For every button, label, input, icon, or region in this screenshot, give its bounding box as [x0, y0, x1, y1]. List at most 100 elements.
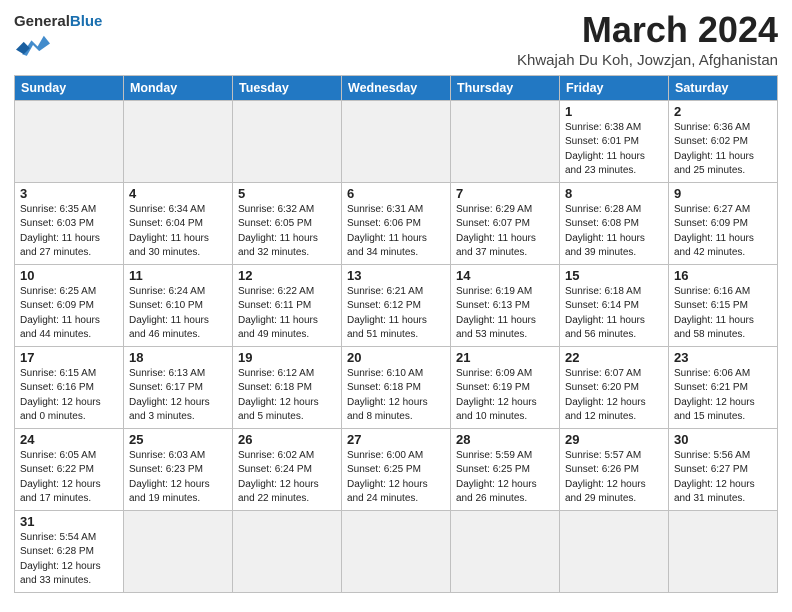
day-number: 1 [565, 104, 663, 119]
day-info: Sunrise: 6:34 AM Sunset: 6:04 PM Dayligh… [129, 203, 227, 261]
table-row: 24 Sunrise: 6:05 AM Sunset: 6:22 PM Dayli… [15, 428, 124, 510]
day-number: 31 [20, 514, 118, 529]
day-info: Sunrise: 6:16 AM Sunset: 6:15 PM Dayligh… [674, 285, 772, 343]
table-row: 15 Sunrise: 6:18 AM Sunset: 6:14 PM Dayli… [560, 264, 669, 346]
day-info: Sunrise: 6:03 AM Sunset: 6:23 PM Dayligh… [129, 449, 227, 507]
day-info: Sunrise: 5:59 AM Sunset: 6:25 PM Dayligh… [456, 449, 554, 507]
day-number: 16 [674, 268, 772, 283]
table-row [560, 510, 669, 592]
table-row: 11Sunrise: 6:24 AM Sunset: 6:10 PM Dayli… [124, 264, 233, 346]
day-info: Sunrise: 6:18 AM Sunset: 6:14 PM Dayligh… [565, 285, 663, 343]
table-row: 28Sunrise: 5:59 AM Sunset: 6:25 PM Dayli… [451, 428, 560, 510]
logo-blue: Blue [70, 13, 103, 30]
day-info: Sunrise: 5:57 AM Sunset: 6:26 PM Dayligh… [565, 449, 663, 507]
day-info: Sunrise: 6:10 AM Sunset: 6:18 PM Dayligh… [347, 367, 445, 425]
day-info: Sunrise: 6:12 AM Sunset: 6:18 PM Dayligh… [238, 367, 336, 425]
table-row [233, 100, 342, 182]
calendar-subtitle: Khwajah Du Koh, Jowzjan, Afghanistan [517, 52, 778, 69]
day-number: 12 [238, 268, 336, 283]
day-info: Sunrise: 5:56 AM Sunset: 6:27 PM Dayligh… [674, 449, 772, 507]
page: GeneralBlue March 2024 Khwajah Du Koh, J… [0, 0, 792, 603]
day-number: 2 [674, 104, 772, 119]
table-row [124, 100, 233, 182]
header: GeneralBlue March 2024 Khwajah Du Koh, J… [14, 10, 778, 69]
table-row: 9Sunrise: 6:27 AM Sunset: 6:09 PM Daylig… [669, 182, 778, 264]
day-info: Sunrise: 6:25 AM Sunset: 6:09 PM Dayligh… [20, 285, 118, 343]
day-info: Sunrise: 6:21 AM Sunset: 6:12 PM Dayligh… [347, 285, 445, 343]
calendar-title: March 2024 [517, 10, 778, 50]
table-row: 16 Sunrise: 6:16 AM Sunset: 6:15 PM Dayli… [669, 264, 778, 346]
table-row [233, 510, 342, 592]
table-row: 29Sunrise: 5:57 AM Sunset: 6:26 PM Dayli… [560, 428, 669, 510]
table-row: 6 Sunrise: 6:31 AM Sunset: 6:06 PM Daylig… [342, 182, 451, 264]
day-info: Sunrise: 6:29 AM Sunset: 6:07 PM Dayligh… [456, 203, 554, 261]
table-row: 18 Sunrise: 6:13 AM Sunset: 6:17 PM Dayli… [124, 346, 233, 428]
day-info: Sunrise: 6:05 AM Sunset: 6:22 PM Dayligh… [20, 449, 118, 507]
calendar-table: Sunday Monday Tuesday Wednesday Thursday… [14, 75, 778, 593]
day-number: 22 [565, 350, 663, 365]
calendar-week-row: 31 Sunrise: 5:54 AM Sunset: 6:28 PM Dayli… [15, 510, 778, 592]
table-row: 8Sunrise: 6:28 AM Sunset: 6:08 PM Daylig… [560, 182, 669, 264]
col-sunday: Sunday [15, 75, 124, 100]
calendar-week-row: 24 Sunrise: 6:05 AM Sunset: 6:22 PM Dayli… [15, 428, 778, 510]
day-number: 14 [456, 268, 554, 283]
day-info: Sunrise: 6:36 AM Sunset: 6:02 PM Dayligh… [674, 121, 772, 179]
day-number: 26 [238, 432, 336, 447]
day-number: 19 [238, 350, 336, 365]
day-info: Sunrise: 6:13 AM Sunset: 6:17 PM Dayligh… [129, 367, 227, 425]
table-row [15, 100, 124, 182]
col-friday: Friday [560, 75, 669, 100]
day-info: Sunrise: 6:00 AM Sunset: 6:25 PM Dayligh… [347, 449, 445, 507]
day-number: 17 [20, 350, 118, 365]
day-info: Sunrise: 6:38 AM Sunset: 6:01 PM Dayligh… [565, 121, 663, 179]
day-number: 30 [674, 432, 772, 447]
col-tuesday: Tuesday [233, 75, 342, 100]
day-number: 18 [129, 350, 227, 365]
day-number: 25 [129, 432, 227, 447]
table-row: 27 Sunrise: 6:00 AM Sunset: 6:25 PM Dayli… [342, 428, 451, 510]
table-row: 30 Sunrise: 5:56 AM Sunset: 6:27 PM Dayli… [669, 428, 778, 510]
day-info: Sunrise: 6:32 AM Sunset: 6:05 PM Dayligh… [238, 203, 336, 261]
table-row: 5 Sunrise: 6:32 AM Sunset: 6:05 PM Daylig… [233, 182, 342, 264]
day-number: 27 [347, 432, 445, 447]
table-row: 7 Sunrise: 6:29 AM Sunset: 6:07 PM Daylig… [451, 182, 560, 264]
table-row: 26Sunrise: 6:02 AM Sunset: 6:24 PM Dayli… [233, 428, 342, 510]
logo-icon [16, 31, 50, 59]
day-info: Sunrise: 6:31 AM Sunset: 6:06 PM Dayligh… [347, 203, 445, 261]
table-row: 31 Sunrise: 5:54 AM Sunset: 6:28 PM Dayli… [15, 510, 124, 592]
day-number: 3 [20, 186, 118, 201]
day-number: 4 [129, 186, 227, 201]
col-saturday: Saturday [669, 75, 778, 100]
table-row [451, 100, 560, 182]
day-info: Sunrise: 6:07 AM Sunset: 6:20 PM Dayligh… [565, 367, 663, 425]
day-number: 10 [20, 268, 118, 283]
day-number: 15 [565, 268, 663, 283]
day-number: 13 [347, 268, 445, 283]
table-row: 14Sunrise: 6:19 AM Sunset: 6:13 PM Dayli… [451, 264, 560, 346]
day-number: 20 [347, 350, 445, 365]
day-info: Sunrise: 6:09 AM Sunset: 6:19 PM Dayligh… [456, 367, 554, 425]
day-number: 6 [347, 186, 445, 201]
table-row [124, 510, 233, 592]
table-row [669, 510, 778, 592]
day-info: Sunrise: 6:27 AM Sunset: 6:09 PM Dayligh… [674, 203, 772, 261]
day-number: 11 [129, 268, 227, 283]
day-info: Sunrise: 6:15 AM Sunset: 6:16 PM Dayligh… [20, 367, 118, 425]
logo-area: GeneralBlue [14, 14, 102, 64]
calendar-week-row: 17 Sunrise: 6:15 AM Sunset: 6:16 PM Dayli… [15, 346, 778, 428]
day-info: Sunrise: 6:35 AM Sunset: 6:03 PM Dayligh… [20, 203, 118, 261]
table-row [342, 100, 451, 182]
day-info: Sunrise: 6:22 AM Sunset: 6:11 PM Dayligh… [238, 285, 336, 343]
day-number: 5 [238, 186, 336, 201]
calendar-week-row: 1 Sunrise: 6:38 AM Sunset: 6:01 PM Daylig… [15, 100, 778, 182]
day-number: 21 [456, 350, 554, 365]
day-info: Sunrise: 5:54 AM Sunset: 6:28 PM Dayligh… [20, 531, 118, 589]
day-number: 7 [456, 186, 554, 201]
table-row: 10 Sunrise: 6:25 AM Sunset: 6:09 PM Dayli… [15, 264, 124, 346]
day-number: 24 [20, 432, 118, 447]
calendar-week-row: 3 Sunrise: 6:35 AM Sunset: 6:03 PM Daylig… [15, 182, 778, 264]
table-row: 4 Sunrise: 6:34 AM Sunset: 6:04 PM Daylig… [124, 182, 233, 264]
day-info: Sunrise: 6:28 AM Sunset: 6:08 PM Dayligh… [565, 203, 663, 261]
calendar-week-row: 10 Sunrise: 6:25 AM Sunset: 6:09 PM Dayli… [15, 264, 778, 346]
title-area: March 2024 Khwajah Du Koh, Jowzjan, Afgh… [517, 10, 778, 69]
